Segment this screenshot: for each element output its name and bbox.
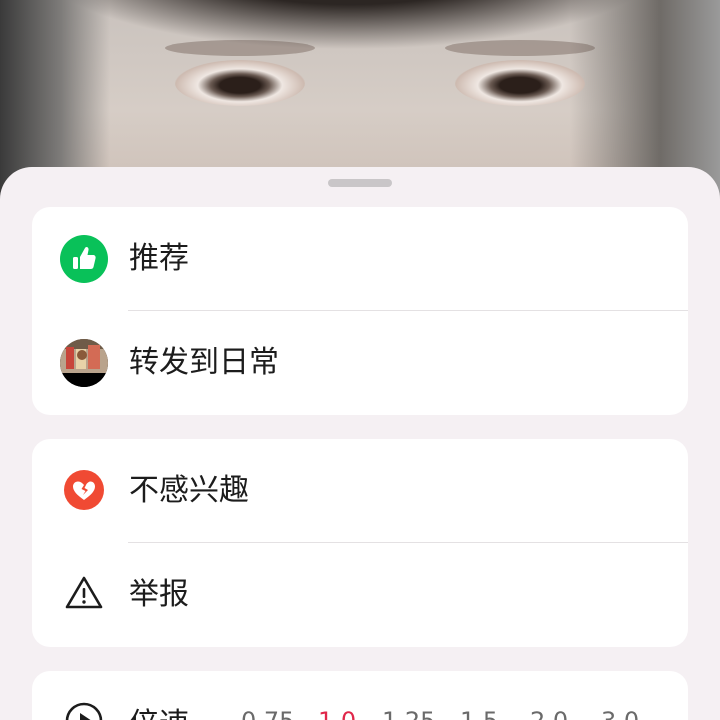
- video-eye-right: [455, 60, 585, 106]
- recommend-item[interactable]: 推荐: [32, 207, 688, 311]
- not-interested-item[interactable]: 不感兴趣: [32, 439, 688, 543]
- share-actions-card: 推荐 转发到日常: [32, 207, 688, 415]
- forward-to-moments-item[interactable]: 转发到日常: [32, 311, 688, 415]
- playback-speed-row: 倍速 0.75 1.0 1.25 1.5 2.0 3.0: [32, 671, 688, 720]
- forward-to-moments-label: 转发到日常: [129, 345, 279, 380]
- avatar: [60, 339, 108, 387]
- video-eye-left: [175, 60, 305, 106]
- video-brow-left: [165, 40, 315, 56]
- broken-heart-icon: [64, 470, 104, 510]
- warning-icon: [64, 573, 104, 613]
- report-item[interactable]: 举报: [32, 543, 688, 647]
- speed-option-3-0[interactable]: 3.0: [601, 707, 639, 720]
- speed-option-2-0[interactable]: 2.0: [530, 707, 568, 720]
- not-interested-label: 不感兴趣: [129, 473, 249, 508]
- report-label: 举报: [129, 577, 189, 612]
- playback-speed-card: 倍速 0.75 1.0 1.25 1.5 2.0 3.0: [32, 671, 688, 720]
- action-sheet: 推荐 转发到日常 不感兴趣 举报: [0, 167, 720, 720]
- speed-option-0-75[interactable]: 0.75: [241, 707, 294, 720]
- speed-option-1-0[interactable]: 1.0: [318, 707, 356, 720]
- thumbs-up-icon: [60, 235, 108, 283]
- sheet-drag-handle[interactable]: [328, 179, 392, 187]
- speed-option-1-5[interactable]: 1.5: [460, 707, 498, 720]
- play-circle-icon: [64, 701, 104, 720]
- recommend-label: 推荐: [129, 241, 189, 276]
- playback-speed-label: 倍速: [129, 699, 189, 720]
- video-brow-right: [445, 40, 595, 56]
- feedback-actions-card: 不感兴趣 举报: [32, 439, 688, 647]
- speed-option-1-25[interactable]: 1.25: [382, 707, 435, 720]
